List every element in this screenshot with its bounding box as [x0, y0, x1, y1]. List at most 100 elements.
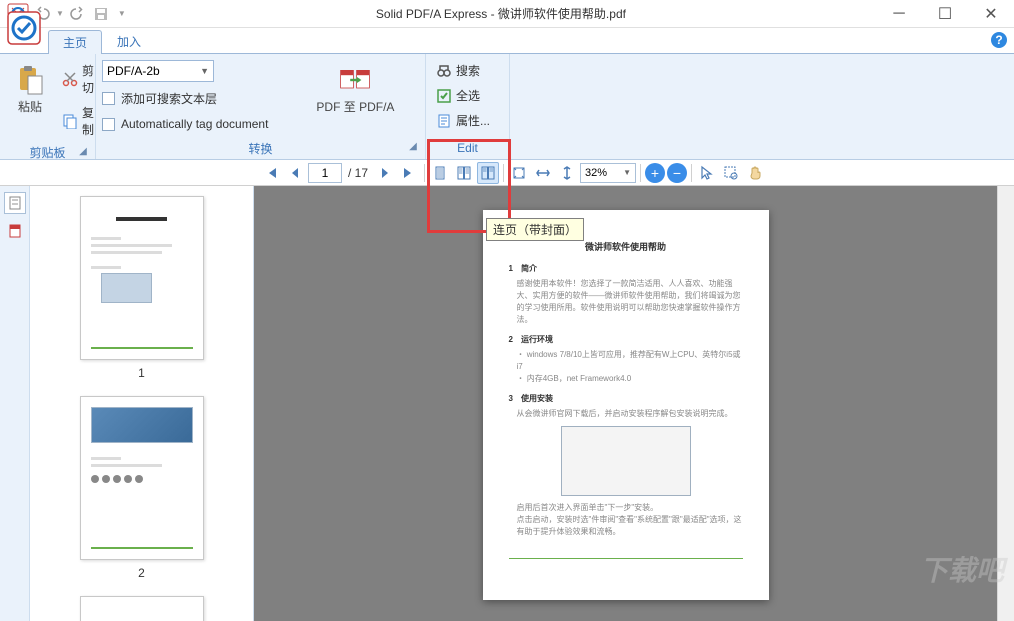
minimize-button[interactable]: ─ [876, 0, 922, 28]
ribbon-group-convert: PDF/A-2b ▼ 添加可搜索文本层 Automatically tag do… [96, 54, 426, 159]
dialog-launcher-icon[interactable]: ◢ [407, 141, 419, 153]
maximize-button[interactable]: ☐ [922, 0, 968, 28]
vertical-scrollbar[interactable] [997, 186, 1014, 621]
last-page-button[interactable] [398, 162, 420, 184]
doc-s3-text2: 启用后首次进入界面单击"下一步"安装。 [517, 502, 743, 514]
ribbon-group-clipboard: 粘贴 剪切 复制 剪贴板 ◢ [0, 54, 96, 159]
page-thumbnail[interactable]: 2 [30, 396, 253, 580]
chevron-down-icon: ▼ [200, 66, 209, 76]
save-button[interactable] [90, 3, 112, 25]
copy-label: 复制 [82, 104, 94, 138]
main-area: 1 2 [0, 186, 1014, 621]
page-thumbnail[interactable]: 1 [30, 196, 253, 380]
redo-button[interactable] [66, 3, 88, 25]
view-toolbar: / 17 32% ▼ + − [0, 160, 1014, 186]
scissors-icon [62, 71, 78, 87]
fit-page-button[interactable] [508, 162, 530, 184]
cut-label: 剪切 [82, 62, 94, 96]
zoom-value: 32% [585, 167, 607, 179]
copy-button[interactable]: 复制 [58, 102, 98, 140]
tab-insert[interactable]: 加入 [102, 29, 156, 53]
select-all-label: 全选 [456, 87, 480, 104]
zoom-combo[interactable]: 32% ▼ [580, 163, 636, 183]
pdfa-version-combo[interactable]: PDF/A-2b ▼ [102, 60, 214, 82]
qat-customize[interactable]: ▼ [118, 9, 126, 18]
pdf-to-pdfa-icon [339, 64, 371, 96]
undo-dropdown[interactable]: ▼ [56, 9, 64, 18]
marquee-zoom-button[interactable] [720, 162, 742, 184]
search-button[interactable]: 搜索 [432, 60, 494, 81]
binoculars-icon [436, 63, 452, 79]
cut-button[interactable]: 剪切 [58, 60, 98, 98]
tab-home[interactable]: 主页 [48, 30, 102, 54]
fit-width-button[interactable] [532, 162, 554, 184]
ribbon-tabs: 主页 加入 ? [0, 28, 1014, 54]
paste-button[interactable]: 粘贴 [6, 60, 54, 119]
copy-icon [62, 113, 78, 129]
fit-height-button[interactable] [556, 162, 578, 184]
ribbon-group-edit: 搜索 全选 属性... Edit [426, 54, 510, 159]
titlebar: ▼ ▼ Solid PDF/A Express - 微讲师软件使用帮助.pdf … [0, 0, 1014, 28]
help-icon[interactable]: ? [990, 31, 1008, 49]
pdf-to-pdfa-button[interactable]: PDF 至 PDF/A [312, 60, 398, 119]
single-page-button[interactable] [429, 162, 451, 184]
doc-title: 微讲师软件使用帮助 [509, 240, 743, 253]
file-menu-icon[interactable] [4, 8, 44, 48]
window-controls: ─ ☐ ✕ [876, 0, 1014, 28]
attachments-panel-button[interactable] [4, 220, 26, 242]
thumbnails-panel[interactable]: 1 2 [30, 186, 254, 621]
auto-tag-checkbox[interactable]: Automatically tag document [102, 115, 268, 133]
document-page: 微讲师软件使用帮助 1 简介 感谢使用本软件！您选择了一款简洁适用、人人喜欢、功… [483, 210, 769, 600]
select-all-button[interactable]: 全选 [432, 85, 494, 106]
properties-button[interactable]: 属性... [432, 110, 494, 131]
svg-text:?: ? [995, 33, 1002, 47]
page-count: / 17 [348, 166, 368, 180]
left-sidebar [0, 186, 30, 621]
chk-autotag-label: Automatically tag document [121, 117, 268, 131]
pdf-to-pdfa-label: PDF 至 PDF/A [316, 98, 394, 115]
zoom-out-button[interactable]: − [667, 163, 687, 183]
select-all-icon [436, 88, 452, 104]
thumbnail-label: 2 [138, 566, 145, 580]
doc-s2-b1: ・ windows 7/8/10上皆可应用，推荐配有W上CPU、英特尔i5或i7 [517, 349, 743, 373]
doc-s2-b2: ・ 内存4GB，net Framework4.0 [517, 373, 743, 385]
close-button[interactable]: ✕ [968, 0, 1014, 28]
facing-cover-button[interactable] [477, 162, 499, 184]
prev-page-button[interactable] [284, 162, 306, 184]
searchable-text-checkbox[interactable]: 添加可搜索文本层 [102, 88, 268, 109]
thumbnail-label: 1 [138, 366, 145, 380]
checkbox-icon [102, 92, 115, 105]
doc-dialog-image [561, 426, 691, 496]
paste-icon [14, 64, 46, 96]
ribbon: 粘贴 剪切 复制 剪贴板 ◢ [0, 54, 1014, 160]
convert-group-label: 转换 ◢ [98, 139, 423, 157]
clipboard-group-label: 剪贴板 ◢ [2, 144, 93, 161]
chk-searchable-label: 添加可搜索文本层 [121, 90, 217, 107]
pointer-tool-button[interactable] [696, 162, 718, 184]
pdfa-combo-value: PDF/A-2b [107, 64, 160, 78]
doc-s3-text3: 点击启动，安装时选"件审阅"查看"系统配置"跟"最适配"选项，这有助于提升体验效… [517, 514, 743, 538]
checkbox-icon [102, 118, 115, 131]
doc-section-2-title: 2 运行环境 [509, 334, 743, 345]
first-page-button[interactable] [260, 162, 282, 184]
document-viewport[interactable]: 微讲师软件使用帮助 1 简介 感谢使用本软件！您选择了一款简洁适用、人人喜欢、功… [254, 186, 997, 621]
doc-section-1-title: 1 简介 [509, 263, 743, 274]
next-page-button[interactable] [374, 162, 396, 184]
edit-group-label: Edit [428, 139, 507, 157]
page-thumbnail[interactable] [30, 596, 253, 621]
window-title: Solid PDF/A Express - 微讲师软件使用帮助.pdf [126, 5, 876, 22]
zoom-in-button[interactable]: + [645, 163, 665, 183]
properties-label: 属性... [456, 112, 490, 129]
properties-icon [436, 113, 452, 129]
dialog-launcher-icon[interactable]: ◢ [77, 146, 89, 158]
page-number-input[interactable] [308, 163, 342, 183]
paste-label: 粘贴 [18, 98, 42, 115]
doc-footer-line [509, 558, 743, 559]
doc-section-1-text: 感谢使用本软件！您选择了一款简洁适用、人人喜欢、功能强大、实用方便的软件——微讲… [517, 278, 743, 326]
hand-tool-button[interactable] [744, 162, 766, 184]
chevron-down-icon: ▼ [623, 168, 631, 177]
doc-s3-text: 从会微讲师官网下载后，并启动安装程序解包安装说明完成。 [517, 408, 743, 420]
continuous-button[interactable] [453, 162, 475, 184]
thumbnails-panel-button[interactable] [4, 192, 26, 214]
facing-cover-tooltip: 连页（带封面） [486, 218, 584, 241]
